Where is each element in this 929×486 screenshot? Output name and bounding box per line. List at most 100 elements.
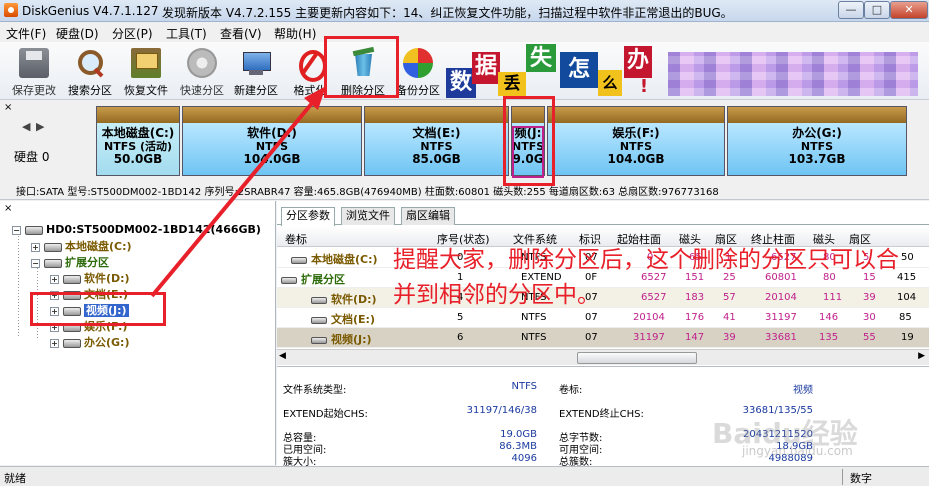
partition-usage-bar xyxy=(97,107,179,123)
row-start-cyl: 31197 xyxy=(633,332,665,343)
scroll-right-icon[interactable]: ▶ xyxy=(918,351,925,361)
tree-node-label: 软件(D:) xyxy=(84,272,130,285)
scroll-left-icon[interactable]: ◀ xyxy=(279,351,286,361)
row-fs: NTFS xyxy=(521,332,547,343)
update-notice[interactable]: 发现新版本 V4.7.2.155 主要更新内容如下：14、纠正恢复文件功能，扫描… xyxy=(162,4,733,21)
tree-node-extended[interactable]: − 扩展分区 xyxy=(31,254,109,270)
delete-button-highlight xyxy=(324,36,399,98)
menu-view[interactable]: 查看(V) xyxy=(220,25,262,42)
tree-node-label: 本地磁盘(C:) xyxy=(65,240,132,253)
row-index: 5 xyxy=(457,312,464,323)
row-name: 文档(E:) xyxy=(311,311,375,327)
prev-disk-icon[interactable]: ◀ xyxy=(22,120,30,133)
partition-usage-bar xyxy=(365,107,508,123)
partition-usage-bar xyxy=(183,107,361,123)
banner-tile: 失 xyxy=(526,44,556,72)
horizontal-scrollbar[interactable]: ◀ ▶ xyxy=(277,349,929,365)
row-end-head: 146 xyxy=(819,312,839,323)
tree-node-highlight xyxy=(30,292,166,326)
partition-icon xyxy=(44,258,62,268)
recover-files-button[interactable]: 恢复文件 xyxy=(118,46,174,98)
row-id: 07 xyxy=(585,312,598,323)
tree-node-c[interactable]: + 本地磁盘(C:) xyxy=(31,238,132,254)
next-disk-icon[interactable]: ▶ xyxy=(36,120,44,133)
row-name: 本地磁盘(C:) xyxy=(291,251,378,267)
expand-icon[interactable]: + xyxy=(50,274,59,284)
search-partition-label: 搜索分区 xyxy=(68,84,112,97)
column-header[interactable]: 卷标 xyxy=(285,231,307,247)
used-space-value: 86.3MB xyxy=(499,441,537,452)
partition-name: 文档(E:) xyxy=(412,126,461,140)
cluster-size-value: 4096 xyxy=(511,453,537,464)
partition-icon xyxy=(281,276,297,284)
partition-body: 文档(E:) NTFS 85.0GB xyxy=(365,123,508,175)
row-name-text: 本地磁盘(C:) xyxy=(311,253,378,266)
cluster-size-label: 簇大小: xyxy=(283,457,317,466)
hard-disk-icon xyxy=(25,225,43,235)
close-icon[interactable]: × xyxy=(4,102,12,113)
fs-type-label: 文件系统类型: xyxy=(283,385,347,396)
row-end-cyl: 31197 xyxy=(765,312,797,323)
partition-block-d[interactable]: 软件(D:) NTFS 104.0GB xyxy=(182,106,362,176)
tree-node-d[interactable]: + 软件(D:) xyxy=(50,270,130,286)
annotation-text: 提醒大家，删除分区后，这个删除的分区只可以合并到相邻的分区中。 xyxy=(393,247,899,308)
tab-browse-files[interactable]: 浏览文件 xyxy=(341,207,395,225)
row-end-cyl: 33681 xyxy=(765,332,797,343)
tree-node-disk[interactable]: − HD0:ST500DM002-1BD142(466GB) xyxy=(12,223,261,236)
recover-files-label: 恢复文件 xyxy=(124,84,168,97)
fs-type-value: NTFS xyxy=(511,381,537,392)
tab-partition-params[interactable]: 分区参数 xyxy=(281,207,335,226)
row-name: 视频(J:) xyxy=(311,331,372,347)
save-icon xyxy=(19,48,49,78)
row-extra: 19 xyxy=(901,332,914,343)
banner-tile: 怎 xyxy=(560,52,598,88)
partition-block-e[interactable]: 文档(E:) NTFS 85.0GB xyxy=(364,106,509,176)
expand-icon[interactable]: + xyxy=(50,338,59,348)
row-extra: 50 xyxy=(901,252,914,263)
save-changes-label: 保存更改 xyxy=(12,84,56,97)
menu-partition[interactable]: 分区(P) xyxy=(112,25,153,42)
row-start-head: 147 xyxy=(685,332,705,343)
scroll-thumb[interactable] xyxy=(577,352,697,364)
tree-node-g[interactable]: + 办公(G:) xyxy=(50,334,129,350)
row-extra: 85 xyxy=(899,312,912,323)
promo-banner[interactable]: 数 据 丢 失 怎 么 办 ! xyxy=(440,42,929,100)
partition-block-c[interactable]: 本地磁盘(C:) NTFS (活动) 50.0GB xyxy=(96,106,180,176)
partition-size: 50.0GB xyxy=(113,152,163,166)
partition-icon xyxy=(63,338,81,348)
menu-disk[interactable]: 硬盘(D) xyxy=(56,25,99,42)
collapse-icon[interactable]: − xyxy=(12,225,21,235)
row-name-text: 文档(E:) xyxy=(331,313,375,326)
minimize-button[interactable]: — xyxy=(838,1,864,19)
banner-tile: 办 xyxy=(624,46,652,78)
search-partition-button[interactable]: 搜索分区 xyxy=(62,46,118,98)
row-name: 软件(D:) xyxy=(311,291,377,307)
ext-start-label: EXTEND起始CHS: xyxy=(283,409,368,420)
menu-file[interactable]: 文件(F) xyxy=(6,25,46,42)
partition-block-f[interactable]: 娱乐(F:) NTFS 104.0GB xyxy=(547,106,725,176)
table-row-selected[interactable]: 视频(J:) 6 NTFS 07 31197 147 39 33681 135 … xyxy=(277,328,929,348)
menu-help[interactable]: 帮助(H) xyxy=(274,25,316,42)
quick-partition-button[interactable]: 快速分区 xyxy=(174,46,230,98)
partition-block-g[interactable]: 办公(G:) NTFS 103.7GB xyxy=(727,106,907,176)
tree-node-label: HD0:ST500DM002-1BD142(466GB) xyxy=(46,223,261,236)
menu-bar: 文件(F) 硬盘(D) 分区(P) 工具(T) 查看(V) 帮助(H) xyxy=(0,22,929,42)
disk-info: 接口:SATA 型号:ST500DM002-1BD142 序列号:2SRABR4… xyxy=(16,187,719,198)
app-icon xyxy=(4,3,18,17)
tab-sector-edit[interactable]: 扇区编辑 xyxy=(401,207,455,225)
close-icon[interactable]: × xyxy=(4,203,12,214)
row-end-sector: 55 xyxy=(863,332,876,343)
save-changes-button[interactable]: 保存更改 xyxy=(6,46,62,98)
expand-icon[interactable]: + xyxy=(31,242,40,252)
close-button[interactable]: ✕ xyxy=(890,1,928,19)
partition-icon xyxy=(63,274,81,284)
banner-tile: ! xyxy=(639,76,649,97)
collapse-icon[interactable]: − xyxy=(31,258,40,268)
row-name: 扩展分区 xyxy=(281,271,345,287)
row-name-text: 视频(J:) xyxy=(331,333,372,346)
new-partition-button[interactable]: 新建分区 xyxy=(228,46,284,98)
maximize-button[interactable]: □ xyxy=(864,1,890,19)
menu-tools[interactable]: 工具(T) xyxy=(166,25,207,42)
banner-tile: 丢 xyxy=(498,72,526,96)
row-index: 6 xyxy=(457,332,464,343)
